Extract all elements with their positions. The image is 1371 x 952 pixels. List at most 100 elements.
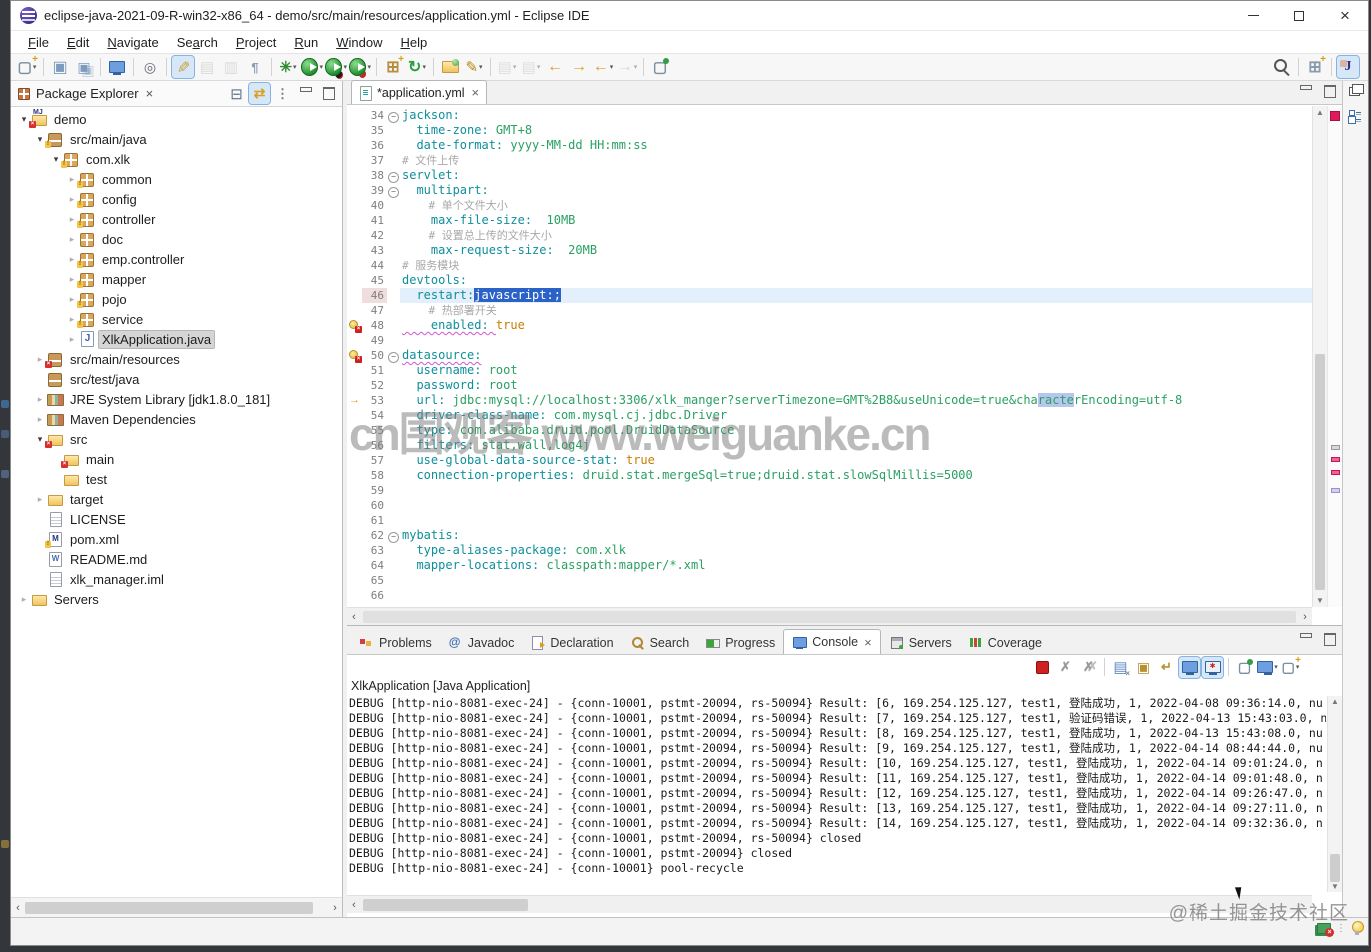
editor-line[interactable]: 42 # 设置总上传的文件大小 bbox=[347, 228, 1312, 243]
tree-item-xlk-manager-iml[interactable]: xlk_manager.iml bbox=[11, 569, 342, 589]
collapse-arrow-icon[interactable]: ▸ bbox=[65, 234, 79, 245]
dropdown-arrow-icon[interactable]: ▾ bbox=[319, 63, 323, 71]
editor-line[interactable]: 55 type: com.alibaba.druid.pool.DruidDat… bbox=[347, 423, 1312, 438]
show-whitespace-button[interactable] bbox=[244, 56, 266, 78]
editor-line[interactable]: 43 max-request-size: 20MB bbox=[347, 243, 1312, 258]
next-annotation-button[interactable]: ▾ bbox=[496, 56, 518, 78]
editor-line[interactable]: 41 max-file-size: 10MB bbox=[347, 213, 1312, 228]
save-button[interactable] bbox=[49, 56, 71, 78]
tab-console[interactable]: Console × bbox=[783, 629, 881, 654]
collapse-all-button[interactable] bbox=[226, 83, 247, 104]
minimize-editor-icon[interactable] bbox=[1295, 80, 1317, 102]
console-vscrollbar[interactable]: ▲ ▼ bbox=[1327, 696, 1342, 892]
tree-item-src-test-java[interactable]: src/test/java bbox=[11, 369, 342, 389]
editor-line[interactable]: 60 bbox=[347, 498, 1312, 513]
editor-line[interactable]: 45 devtools: bbox=[347, 273, 1312, 288]
editor-line[interactable]: 52 password: root bbox=[347, 378, 1312, 393]
tree-item-main[interactable]: main bbox=[11, 449, 342, 469]
outline-view-icon[interactable] bbox=[1349, 109, 1362, 123]
editor-line[interactable]: 58 connection-properties: druid.stat.mer… bbox=[347, 468, 1312, 483]
show-console-on-output-button[interactable] bbox=[1178, 655, 1201, 679]
scroll-left-icon[interactable]: ‹ bbox=[347, 899, 361, 911]
editor-line[interactable]: 46 restart:javascript:; bbox=[347, 288, 1312, 303]
scroll-down-icon[interactable]: ▼ bbox=[1328, 882, 1342, 891]
annotation-marker[interactable] bbox=[1331, 457, 1340, 462]
pin-editor-button[interactable] bbox=[649, 56, 671, 78]
lightbulb-icon[interactable] bbox=[1351, 921, 1364, 936]
restore-view-icon[interactable] bbox=[1349, 84, 1364, 96]
last-edit-location-button[interactable] bbox=[544, 56, 566, 78]
tree-item-jre-system-library-jdk1-8-0-181-[interactable]: ▸ JRE System Library [jdk1.8.0_181] bbox=[11, 389, 342, 409]
scroll-down-icon[interactable]: ▼ bbox=[1313, 596, 1327, 605]
editor-line[interactable]: 57 use-global-data-source-stat: true bbox=[347, 453, 1312, 468]
editor-line[interactable]: 44 # 服务模块 bbox=[347, 258, 1312, 273]
editor-line[interactable]: 54 driver-class-name: com.mysql.cj.jdbc.… bbox=[347, 408, 1312, 423]
editor-line[interactable]: 65 bbox=[347, 573, 1312, 588]
tab-progress[interactable]: Progress bbox=[697, 631, 783, 654]
tree-item-common[interactable]: ▸common bbox=[11, 169, 342, 189]
annotation-marker[interactable] bbox=[1331, 470, 1340, 475]
scroll-right-icon[interactable]: › bbox=[328, 902, 342, 914]
editor-line[interactable]: 40 # 单个文件大小 bbox=[347, 198, 1312, 213]
menu-file[interactable]: File bbox=[19, 33, 58, 52]
minimize-view-icon[interactable] bbox=[1295, 628, 1317, 650]
editor-line[interactable]: 63 type-aliases-package: com.xlk bbox=[347, 543, 1312, 558]
dropdown-arrow-icon[interactable]: ▾ bbox=[33, 63, 37, 71]
dropdown-arrow-icon[interactable]: ▾ bbox=[293, 63, 297, 71]
editor-line[interactable]: 39 multipart: bbox=[347, 183, 1312, 198]
editor-line[interactable]: 47 # 热部署开关 bbox=[347, 303, 1312, 318]
scrollbar-thumb[interactable] bbox=[363, 898, 528, 911]
coverage-button[interactable]: ▾ bbox=[325, 56, 347, 78]
scroll-left-icon[interactable]: ‹ bbox=[347, 611, 361, 623]
clear-console-button[interactable] bbox=[1110, 657, 1131, 678]
menu-project[interactable]: Project bbox=[227, 33, 285, 52]
pin-console-button[interactable] bbox=[1234, 657, 1255, 678]
editor-line[interactable]: 35 time-zone: GMT+8 bbox=[347, 123, 1312, 138]
dropdown-arrow-icon[interactable]: ▾ bbox=[422, 63, 426, 71]
dropdown-arrow-icon[interactable]: ▾ bbox=[479, 63, 483, 71]
editor-line[interactable]: 59 bbox=[347, 483, 1312, 498]
scroll-lock-button[interactable] bbox=[1133, 657, 1154, 678]
scroll-right-icon[interactable]: › bbox=[1298, 611, 1312, 623]
package-explorer-hscrollbar[interactable]: ‹ › bbox=[11, 897, 342, 917]
menu-window[interactable]: Window bbox=[327, 33, 391, 52]
error-lightbulb-icon[interactable] bbox=[348, 319, 362, 333]
tree-item-xlkapplication-java[interactable]: ▸ XlkApplication.java bbox=[11, 329, 342, 349]
toggle-highlight-button[interactable] bbox=[171, 55, 195, 79]
editor-line[interactable]: 66 bbox=[347, 588, 1312, 603]
tree-item-target[interactable]: ▸ target bbox=[11, 489, 342, 509]
dropdown-arrow-icon[interactable]: ▾ bbox=[343, 63, 347, 71]
editor-content[interactable]: 34jackson:35 time-zone: GMT+836 date-for… bbox=[347, 106, 1312, 607]
scroll-up-icon[interactable]: ▲ bbox=[1328, 697, 1342, 706]
scroll-up-icon[interactable]: ▲ bbox=[1313, 108, 1327, 117]
remove-launch-button[interactable] bbox=[1055, 657, 1076, 678]
maximize-view-button[interactable] bbox=[318, 83, 339, 104]
tree-item-test[interactable]: test bbox=[11, 469, 342, 489]
scrollbar-thumb[interactable] bbox=[1330, 854, 1340, 882]
collapse-arrow-icon[interactable]: ▸ bbox=[17, 594, 31, 605]
tab-search[interactable]: Search bbox=[622, 631, 698, 654]
close-tab-icon[interactable]: × bbox=[472, 85, 480, 100]
close-tab-icon[interactable]: × bbox=[864, 635, 872, 650]
editor-line[interactable]: 38 servlet: bbox=[347, 168, 1312, 183]
fold-collapse-icon[interactable] bbox=[387, 528, 400, 543]
link-with-editor-button[interactable] bbox=[248, 82, 271, 105]
scrollbar-thumb[interactable] bbox=[1315, 354, 1325, 590]
editor-line[interactable]: 62 mybatis: bbox=[347, 528, 1312, 543]
run-external-tools-button[interactable]: ▾ bbox=[406, 56, 428, 78]
fold-collapse-icon[interactable] bbox=[387, 183, 400, 198]
dropdown-arrow-icon[interactable]: ▾ bbox=[367, 63, 371, 71]
menu-search[interactable]: Search bbox=[168, 33, 227, 52]
annotation-marker[interactable] bbox=[1331, 445, 1340, 450]
open-console-button[interactable]: ▾ bbox=[1280, 656, 1301, 678]
editor-line[interactable]: 56 filters: stat,wall,log4j bbox=[347, 438, 1312, 453]
console-hscrollbar[interactable]: ‹ bbox=[347, 895, 1312, 913]
debug-button[interactable]: ▾ bbox=[277, 56, 299, 78]
view-menu-button[interactable] bbox=[272, 83, 293, 104]
word-wrap-button[interactable] bbox=[1156, 657, 1177, 678]
maximize-view-icon[interactable] bbox=[1319, 628, 1341, 650]
menu-help[interactable]: Help bbox=[391, 33, 436, 52]
terminate-button[interactable] bbox=[1032, 657, 1053, 678]
tree-item-pom-xml[interactable]: pom.xml bbox=[11, 529, 342, 549]
open-perspective-button[interactable] bbox=[1304, 55, 1326, 78]
